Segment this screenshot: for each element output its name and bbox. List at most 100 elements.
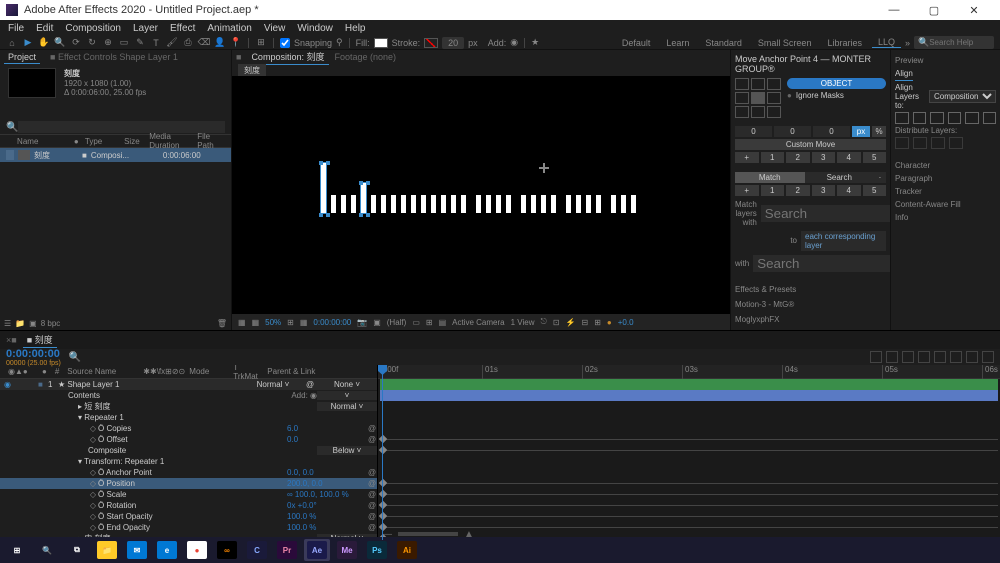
pen-tool-icon[interactable]: ✎ xyxy=(134,37,146,49)
tl-tool-graph[interactable] xyxy=(966,351,978,363)
timeline-row[interactable]: CompositeBelow ˅ xyxy=(0,445,377,456)
to-dropdown[interactable]: each corresponding layer xyxy=(801,231,886,251)
viewer-bar[interactable] xyxy=(451,195,456,213)
interpret-icon[interactable]: ☰ xyxy=(4,319,11,328)
transparency-icon[interactable]: ▦ xyxy=(300,318,308,327)
menu-help[interactable]: Help xyxy=(341,23,370,34)
close-button[interactable]: ✕ xyxy=(954,4,994,17)
zoom-tool-icon[interactable]: 🔍 xyxy=(54,37,66,49)
mpreset-2[interactable]: 2 xyxy=(786,185,810,196)
keyframe-icon[interactable] xyxy=(379,512,387,520)
tl-tool-shy[interactable] xyxy=(918,351,930,363)
3d-icon[interactable]: ⎋ xyxy=(540,317,546,327)
panel-preview[interactable]: Preview xyxy=(895,54,996,67)
preset-3[interactable]: 3 xyxy=(812,152,836,163)
layer-panel-icon[interactable]: ■ xyxy=(236,52,241,62)
layer-bar-1[interactable] xyxy=(380,390,998,401)
add-menu-icon[interactable]: ◉ xyxy=(510,37,518,48)
maximize-button[interactable]: ▢ xyxy=(914,4,954,17)
tab-footage[interactable]: Footage (none) xyxy=(335,52,397,62)
minimize-button[interactable]: — xyxy=(874,4,914,16)
panel-info[interactable]: Info xyxy=(895,211,996,224)
timeline-row[interactable]: ◇Ö Start Opacity100.0 %@ xyxy=(0,511,377,522)
view-dropdown[interactable]: 1 View xyxy=(511,318,535,327)
tl-search-icon[interactable]: 🔍 xyxy=(69,352,81,363)
with-input[interactable] xyxy=(753,255,890,272)
work-area-bar[interactable] xyxy=(380,379,998,390)
trash-icon[interactable]: 🗑 xyxy=(217,319,227,328)
comp-thumbnail[interactable] xyxy=(8,68,56,98)
menu-composition[interactable]: Composition xyxy=(61,23,125,34)
panel-caf[interactable]: Content-Aware Fill xyxy=(895,198,996,211)
tl-tool-3[interactable] xyxy=(902,351,914,363)
mpreset-plus[interactable]: + xyxy=(735,185,759,196)
timeline-row[interactable]: ▾ Repeater 1 xyxy=(0,412,377,423)
roto-tool-icon[interactable]: 👤 xyxy=(214,37,226,49)
timeline-row[interactable]: ◇Ö Copies6.0@ xyxy=(0,423,377,434)
x-input[interactable]: 0 xyxy=(735,126,772,137)
align-to-dropdown[interactable]: Composition xyxy=(929,90,996,103)
comp-flowchart[interactable]: 刻度 xyxy=(238,64,266,77)
taskbar-app[interactable]: Ps xyxy=(364,539,390,561)
align-vcenter-icon[interactable] xyxy=(965,112,979,124)
unit-px[interactable]: px xyxy=(852,126,870,137)
rect-tool-icon[interactable]: ▭ xyxy=(118,37,130,49)
snapping-checkbox[interactable] xyxy=(280,38,290,48)
playhead[interactable] xyxy=(382,365,383,540)
viewer-bar[interactable] xyxy=(576,195,581,213)
workspace-small[interactable]: Small Screen xyxy=(752,38,818,48)
timeline-row[interactable]: ▸ 短 刻度Normal ˅ xyxy=(0,401,377,412)
unit-pct[interactable]: % xyxy=(872,126,886,137)
timeline-row[interactable]: ◇Ö Scale∞ 100.0, 100.0 %@ xyxy=(0,489,377,500)
menu-file[interactable]: File xyxy=(4,23,28,34)
brush-tool-icon[interactable]: 🖌 xyxy=(166,37,178,49)
viewer-bar[interactable] xyxy=(586,195,591,213)
fill-swatch[interactable] xyxy=(374,38,388,48)
pixel-icon[interactable]: ⊡ xyxy=(553,318,560,327)
align-hcenter-icon[interactable] xyxy=(913,112,927,124)
taskbar-app[interactable]: C xyxy=(244,539,270,561)
panel-character[interactable]: Character xyxy=(895,159,996,172)
new-folder-icon[interactable]: 📁 xyxy=(15,319,25,328)
panel-moglyph[interactable]: MoglyxphFX xyxy=(735,313,886,326)
anchor-grid[interactable] xyxy=(735,78,781,118)
viewer-bar[interactable] xyxy=(341,195,346,213)
rotate-tool-icon[interactable]: ↻ xyxy=(86,37,98,49)
col-type[interactable]: Type xyxy=(85,137,120,146)
roi-icon[interactable]: ▭ xyxy=(412,318,420,327)
viewer-bar[interactable] xyxy=(391,195,396,213)
zoom-dropdown[interactable]: 50% xyxy=(265,318,281,327)
object-button[interactable]: OBJECT xyxy=(787,78,886,89)
snapshot-icon[interactable]: 📷 xyxy=(357,318,367,327)
help-search-input[interactable] xyxy=(929,38,989,47)
stamp-tool-icon[interactable]: ⎙ xyxy=(182,37,194,49)
timeline-icon[interactable]: ⊟ xyxy=(581,318,588,327)
match-button[interactable]: Match xyxy=(735,172,805,183)
channel-icon[interactable]: ▣ xyxy=(373,318,381,327)
flowchart-icon[interactable]: ⊞ xyxy=(594,318,601,327)
viewer-bar[interactable] xyxy=(476,195,481,213)
align-left-icon[interactable] xyxy=(895,112,909,124)
new-comp-icon[interactable]: ▣ xyxy=(29,319,37,328)
render-queue-icon[interactable]: ×■ xyxy=(6,335,17,345)
taskbar-app[interactable]: ⊞ xyxy=(4,539,30,561)
workspace-learn[interactable]: Learn xyxy=(660,38,695,48)
menu-animation[interactable]: Animation xyxy=(203,23,255,34)
preset-plus[interactable]: + xyxy=(735,152,759,163)
align-top-icon[interactable] xyxy=(948,112,962,124)
viewer-bar[interactable] xyxy=(531,195,536,213)
help-search[interactable]: 🔍 xyxy=(914,36,994,49)
project-search-input[interactable] xyxy=(18,121,225,133)
taskbar-app[interactable]: Ae xyxy=(304,539,330,561)
selection-tool-icon[interactable]: ▶ xyxy=(22,37,34,49)
col-name[interactable]: Name xyxy=(17,137,70,146)
timeline-row[interactable]: ◇Ö End Opacity100.0 %@ xyxy=(0,522,377,533)
preset-4[interactable]: 4 xyxy=(837,152,861,163)
hand-tool-icon[interactable]: ✋ xyxy=(38,37,50,49)
viewer-bar[interactable] xyxy=(596,195,601,213)
menu-layer[interactable]: Layer xyxy=(129,23,162,34)
viewer-bar[interactable] xyxy=(461,195,466,213)
toggle-icon[interactable]: ● xyxy=(787,91,792,100)
viewer-bar[interactable] xyxy=(566,195,571,213)
col-size[interactable]: Size xyxy=(124,137,145,146)
